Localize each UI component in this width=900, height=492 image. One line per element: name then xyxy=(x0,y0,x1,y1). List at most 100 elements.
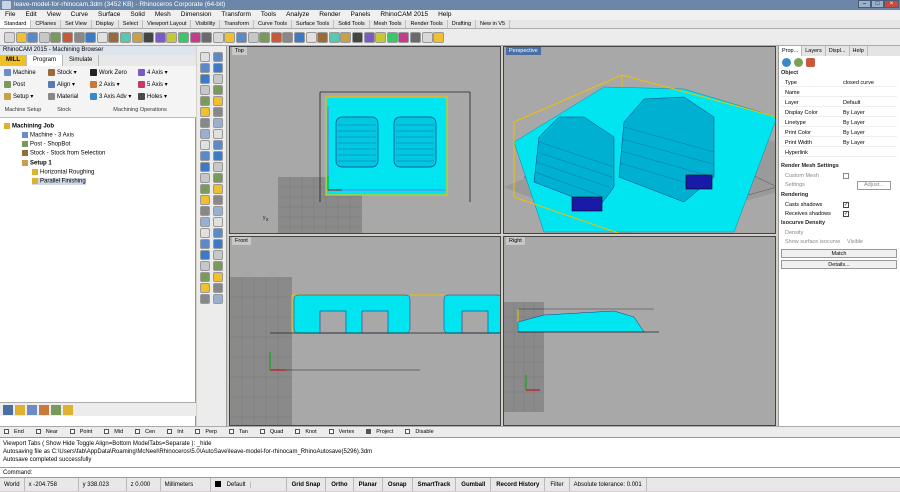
toolbar-tool-icon[interactable] xyxy=(247,32,259,43)
toolbar-tool-icon[interactable] xyxy=(282,32,294,43)
tree-item-stock[interactable]: Stock - Stock from Selection xyxy=(22,150,105,157)
cplane-indicator[interactable]: World xyxy=(0,478,25,491)
toolbar-tool-icon[interactable] xyxy=(212,32,224,43)
side-tool-icon[interactable] xyxy=(200,129,210,139)
toolbar-tool-icon[interactable] xyxy=(85,32,97,43)
property-value[interactable]: By Layer xyxy=(843,139,865,147)
side-tool-icon[interactable] xyxy=(213,184,223,194)
side-tool-icon[interactable] xyxy=(213,107,223,117)
toolbar-tool-icon[interactable] xyxy=(236,32,247,43)
minimize-button[interactable]: – xyxy=(858,0,871,8)
side-tool-icon[interactable] xyxy=(200,184,210,194)
side-tool-icon[interactable] xyxy=(213,85,223,95)
property-value[interactable]: By Layer xyxy=(843,119,865,127)
toolbar-tab-surface-tools[interactable]: Surface Tools xyxy=(292,20,335,28)
menu-item-surface[interactable]: Surface xyxy=(93,10,125,20)
toggle-planar[interactable]: Planar xyxy=(354,478,383,491)
tree-item-post[interactable]: Post - ShopBot xyxy=(22,141,70,148)
toolbar-tool-icon[interactable] xyxy=(4,32,15,43)
match-button[interactable]: Match xyxy=(781,249,897,258)
object-properties-icon[interactable] xyxy=(782,58,791,67)
toolbar-tool-icon[interactable] xyxy=(108,32,120,43)
osnap-checkbox[interactable] xyxy=(104,429,110,435)
property-value[interactable]: Default xyxy=(843,99,860,107)
units-indicator[interactable]: Millimeters xyxy=(161,478,211,491)
receives-shadows-checkbox[interactable]: ✓ xyxy=(843,211,849,217)
side-tool-icon[interactable] xyxy=(213,52,223,62)
command-line[interactable]: Command: xyxy=(0,467,900,477)
toolbar-tool-icon[interactable] xyxy=(62,32,73,43)
axis2-button[interactable]: 2 Axis ▾ xyxy=(90,81,120,88)
toolbar-tool-icon[interactable] xyxy=(189,32,201,43)
osnap-perp[interactable]: Perp xyxy=(191,427,225,437)
side-tool-icon[interactable] xyxy=(200,250,210,260)
axis4-button[interactable]: 4 Axis ▾ xyxy=(138,69,168,76)
toolbar-tool-icon[interactable] xyxy=(398,32,410,43)
side-tool-icon[interactable] xyxy=(213,140,223,150)
toolbar-tool-icon[interactable] xyxy=(433,32,445,43)
side-tool-icon[interactable] xyxy=(213,239,223,249)
toolbar-tool-icon[interactable] xyxy=(375,32,387,43)
tree-item-machine[interactable]: Machine - 3 Axis xyxy=(22,132,74,139)
side-tool-icon[interactable] xyxy=(213,250,223,260)
osnap-project[interactable]: Project xyxy=(362,427,401,437)
axis5-button[interactable]: 5 Axis ▾ xyxy=(138,81,168,88)
osnap-checkbox[interactable] xyxy=(405,429,411,435)
tab-simulate[interactable]: Simulate xyxy=(63,55,100,66)
toggle-ortho[interactable]: Ortho xyxy=(326,478,354,491)
viewport-label-front[interactable]: Front xyxy=(232,237,251,245)
side-tool-icon[interactable] xyxy=(200,261,210,271)
osnap-cen[interactable]: Cen xyxy=(131,427,163,437)
axis3adv-button[interactable]: 3 Axis Adv ▾ xyxy=(90,93,131,100)
osnap-disable[interactable]: Disable xyxy=(401,427,441,437)
toolbar-tab-solid-tools[interactable]: Solid Tools xyxy=(334,20,370,28)
toolbar-tool-icon[interactable] xyxy=(154,32,166,43)
side-tool-icon[interactable] xyxy=(200,272,210,282)
toolbar-tab-display[interactable]: Display xyxy=(92,20,119,28)
tree-item-setup[interactable]: Setup 1 xyxy=(22,160,52,167)
holes-button[interactable]: Holes ▾ xyxy=(138,93,167,100)
toolbar-tab-transform[interactable]: Transform xyxy=(220,20,255,28)
menu-item-render[interactable]: Render xyxy=(314,10,345,20)
toolbar-tool-icon[interactable] xyxy=(96,32,108,43)
side-tool-icon[interactable] xyxy=(200,294,210,304)
osnap-mid[interactable]: Mid xyxy=(100,427,131,437)
tab-layers[interactable]: Layers xyxy=(802,46,826,56)
info-icon[interactable] xyxy=(51,405,61,415)
side-tool-icon[interactable] xyxy=(200,162,210,172)
osnap-checkbox[interactable] xyxy=(4,429,9,435)
menu-item-edit[interactable]: Edit xyxy=(20,10,41,20)
toolbar-tab-standard[interactable]: Standard xyxy=(0,20,32,28)
toolbar-tool-icon[interactable] xyxy=(421,32,433,43)
menu-item-view[interactable]: View xyxy=(42,10,66,20)
folder-icon[interactable] xyxy=(63,405,73,415)
simulate-icon[interactable] xyxy=(15,405,25,415)
side-tool-icon[interactable] xyxy=(213,173,223,183)
osnap-checkbox[interactable] xyxy=(366,429,372,435)
toggle-grid-snap[interactable]: Grid Snap xyxy=(287,478,327,491)
menu-item-tools[interactable]: Tools xyxy=(256,10,281,20)
side-tool-icon[interactable] xyxy=(200,151,210,161)
viewport-top[interactable]: Top y x xyxy=(229,46,501,234)
side-tool-icon[interactable] xyxy=(213,261,223,271)
toggle-osnap[interactable]: Osnap xyxy=(383,478,413,491)
osnap-checkbox[interactable] xyxy=(167,429,173,435)
osnap-checkbox[interactable] xyxy=(228,429,234,435)
toolbar-tool-icon[interactable] xyxy=(166,32,178,43)
maximize-button[interactable]: □ xyxy=(871,0,884,8)
toolbar-tab-render-tools[interactable]: Render Tools xyxy=(406,20,448,28)
side-tool-icon[interactable] xyxy=(213,63,223,73)
toggle-record-history[interactable]: Record History xyxy=(491,478,546,491)
osnap-int[interactable]: Int xyxy=(163,427,191,437)
side-tool-icon[interactable] xyxy=(200,63,210,73)
side-tool-icon[interactable] xyxy=(200,283,210,293)
toolbar-tool-icon[interactable] xyxy=(317,32,329,43)
osnap-point[interactable]: Point xyxy=(66,427,101,437)
side-tool-icon[interactable] xyxy=(200,96,210,106)
side-tool-icon[interactable] xyxy=(213,206,223,216)
side-tool-icon[interactable] xyxy=(213,272,223,282)
property-value[interactable]: By Layer xyxy=(843,129,865,137)
machine-button[interactable]: Machine xyxy=(4,69,36,76)
close-button[interactable]: × xyxy=(884,0,899,8)
toolbar-tool-icon[interactable] xyxy=(178,32,189,43)
